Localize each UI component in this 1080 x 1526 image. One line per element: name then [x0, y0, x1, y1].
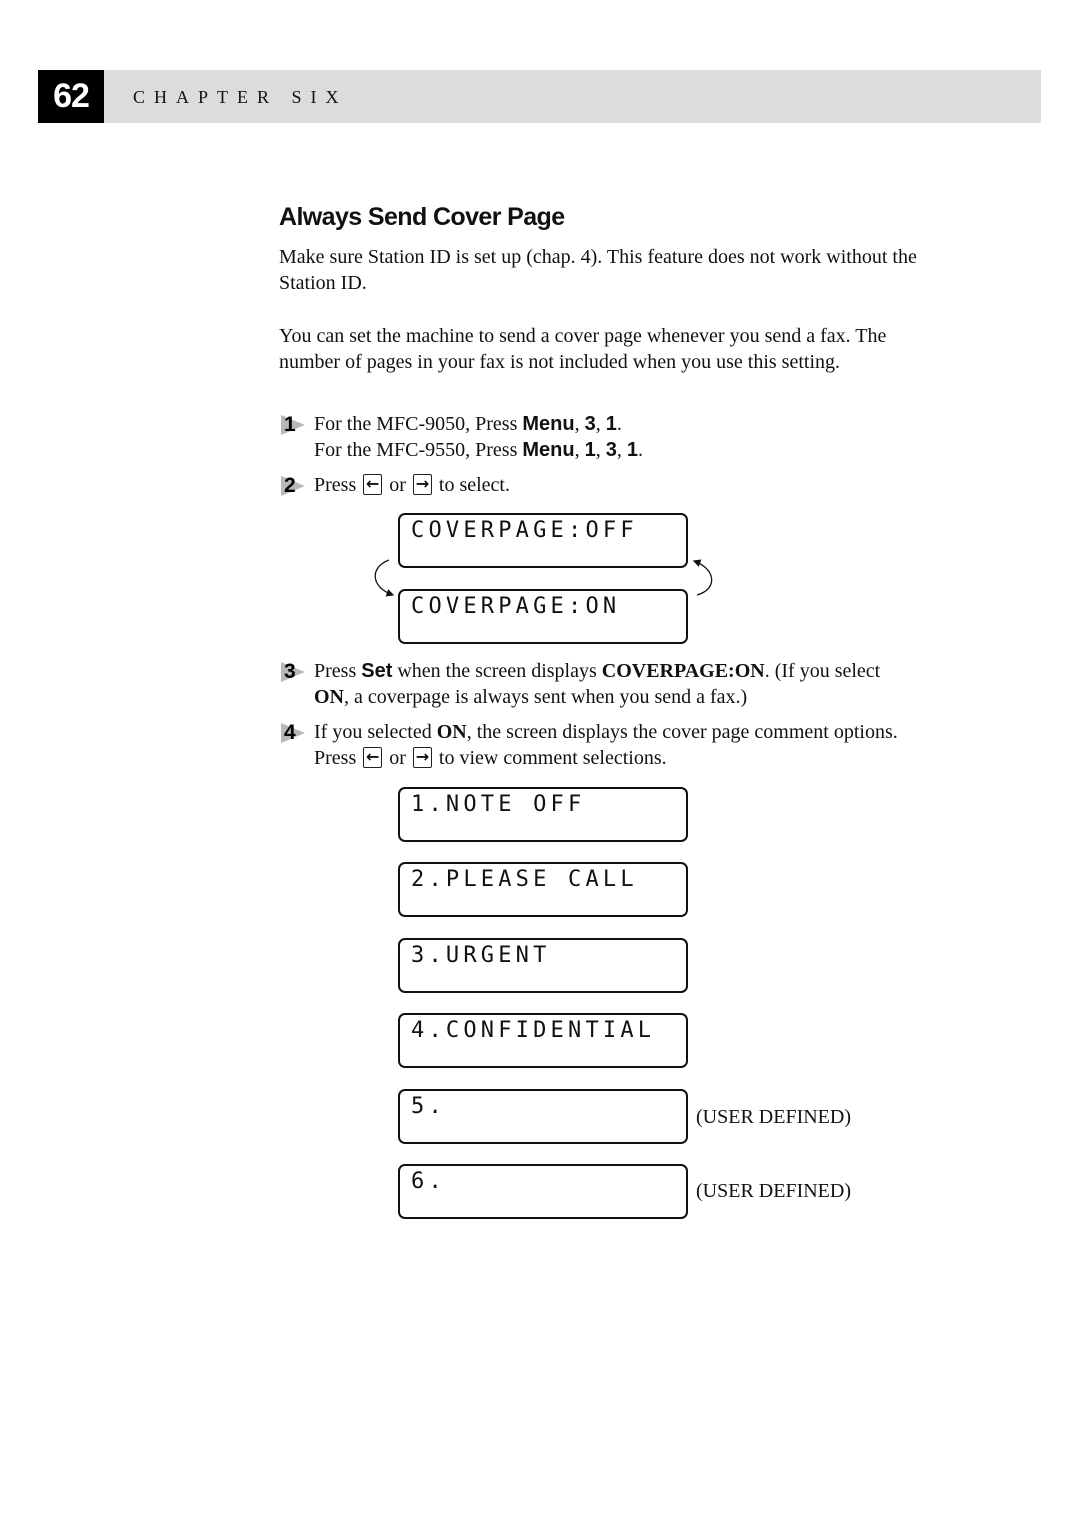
step-marker-4: 4	[279, 721, 309, 745]
step-2: 2 Press ← or → to select.	[279, 472, 919, 498]
left-arrow-key-icon: ←	[363, 747, 383, 768]
step-marker-1: 1	[279, 413, 309, 437]
user-defined-note-6: (USER DEFINED)	[696, 1180, 851, 1202]
step-1: 1 For the MFC-9050, Press Menu, 3, 1. Fo…	[279, 411, 919, 463]
right-arrow-key-icon: →	[412, 747, 432, 768]
cycle-arrow-up-icon	[692, 559, 713, 596]
step-marker-3: 3	[279, 660, 309, 684]
step-4-text: If you selected ON, the screen displays …	[314, 721, 898, 769]
step-2-text: Press ← or → to select.	[314, 474, 510, 496]
step-1-line-2: For the MFC-9550, Press Menu, 1, 3, 1.	[314, 439, 643, 461]
lcd-display-comment-4: 4.CONFIDENTIAL	[398, 1013, 688, 1068]
user-defined-note-5: (USER DEFINED)	[696, 1106, 851, 1128]
lcd-display-comment-6: 6.	[398, 1164, 688, 1219]
step-marker-2: 2	[279, 474, 309, 498]
step-1-line-1: For the MFC-9050, Press Menu, 3, 1.	[314, 413, 622, 435]
lcd-display-comment-3: 3.URGENT	[398, 938, 688, 993]
lcd-display-comment-2: 2.PLEASE CALL	[398, 862, 688, 917]
chapter-label: CHAPTER SIX	[133, 87, 348, 107]
intro-paragraph-2: You can set the machine to send a cover …	[279, 325, 887, 373]
step-3: 3 Press Set when the screen displays COV…	[279, 658, 919, 710]
toggle-cycle-arrows-icon	[374, 559, 713, 597]
right-arrow-key-icon: →	[412, 474, 432, 495]
cycle-arrow-down-icon	[374, 559, 395, 597]
lcd-display-comment-5: 5.	[398, 1089, 688, 1144]
page-number: 62	[38, 70, 104, 123]
lcd-display-comment-1: 1.NOTE OFF	[398, 787, 688, 842]
step-3-text: Press Set when the screen displays COVER…	[314, 660, 881, 708]
step-4: 4 If you selected ON, the screen display…	[279, 719, 919, 771]
section-title: Always Send Cover Page	[279, 203, 565, 231]
intro-paragraph-1: Make sure Station ID is set up (chap. 4)…	[279, 246, 917, 294]
left-arrow-key-icon: ←	[363, 474, 383, 495]
